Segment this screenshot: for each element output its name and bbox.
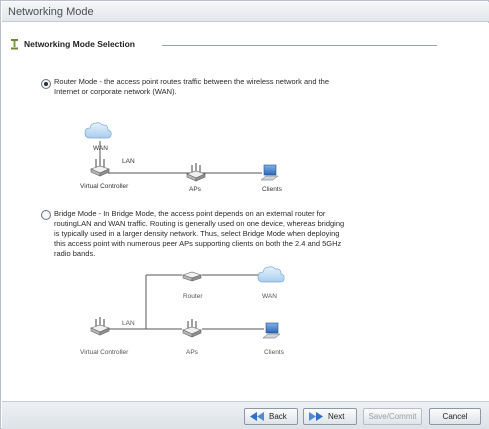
next-arrow-icon [309, 412, 323, 421]
wan-label: WAN [262, 293, 277, 300]
clients-label: Clients [264, 349, 285, 356]
bridge-mode-diagram: Router WAN LAN Virtual Controller APs Cl… [80, 266, 285, 356]
router-label: Router [183, 293, 203, 300]
router-mode-diagram: WAN LAN Virtual Controller APs Clients [80, 122, 283, 193]
virtual-controller-icon [90, 317, 110, 336]
virtual-controller-label: Virtual Controller [80, 183, 129, 190]
footer-bar: Back Next Save/Commit Cancel [2, 401, 489, 429]
aps-label: APs [189, 186, 202, 193]
clients-label: Clients [262, 186, 283, 193]
clients-icon [260, 164, 279, 181]
router-icon [182, 271, 202, 282]
network-diagrams: WAN LAN Virtual Controller APs Clients R… [80, 122, 285, 356]
next-label: Next [328, 412, 345, 421]
back-label: Back [269, 412, 287, 421]
save-commit-label: Save/Commit [368, 412, 417, 421]
clients-icon [262, 322, 281, 339]
title-bar: Networking Mode [2, 2, 489, 22]
cancel-button[interactable]: Cancel [429, 408, 481, 425]
window-title: Networking Mode [8, 6, 94, 18]
lan-label: LAN [122, 320, 135, 327]
save-commit-button[interactable]: Save/Commit [363, 408, 422, 425]
cancel-label: Cancel [442, 412, 468, 421]
aps-label: APs [186, 349, 199, 356]
wan-cloud-icon [84, 122, 112, 139]
back-button[interactable]: Back [244, 408, 298, 425]
virtual-controller-label: Virtual Controller [80, 349, 129, 356]
next-button[interactable]: Next [303, 408, 357, 425]
virtual-controller-icon [90, 157, 110, 177]
aps-icon [182, 319, 202, 338]
aps-icon [186, 163, 206, 182]
wan-cloud-icon [257, 266, 285, 283]
lan-label: LAN [122, 158, 135, 165]
back-arrow-icon [250, 412, 264, 421]
wan-label: WAN [93, 145, 108, 152]
content-area: Networking Mode Selection Router Mode - … [2, 23, 489, 401]
networking-mode-dialog: Networking Mode Networking Mode Selectio… [0, 0, 489, 429]
